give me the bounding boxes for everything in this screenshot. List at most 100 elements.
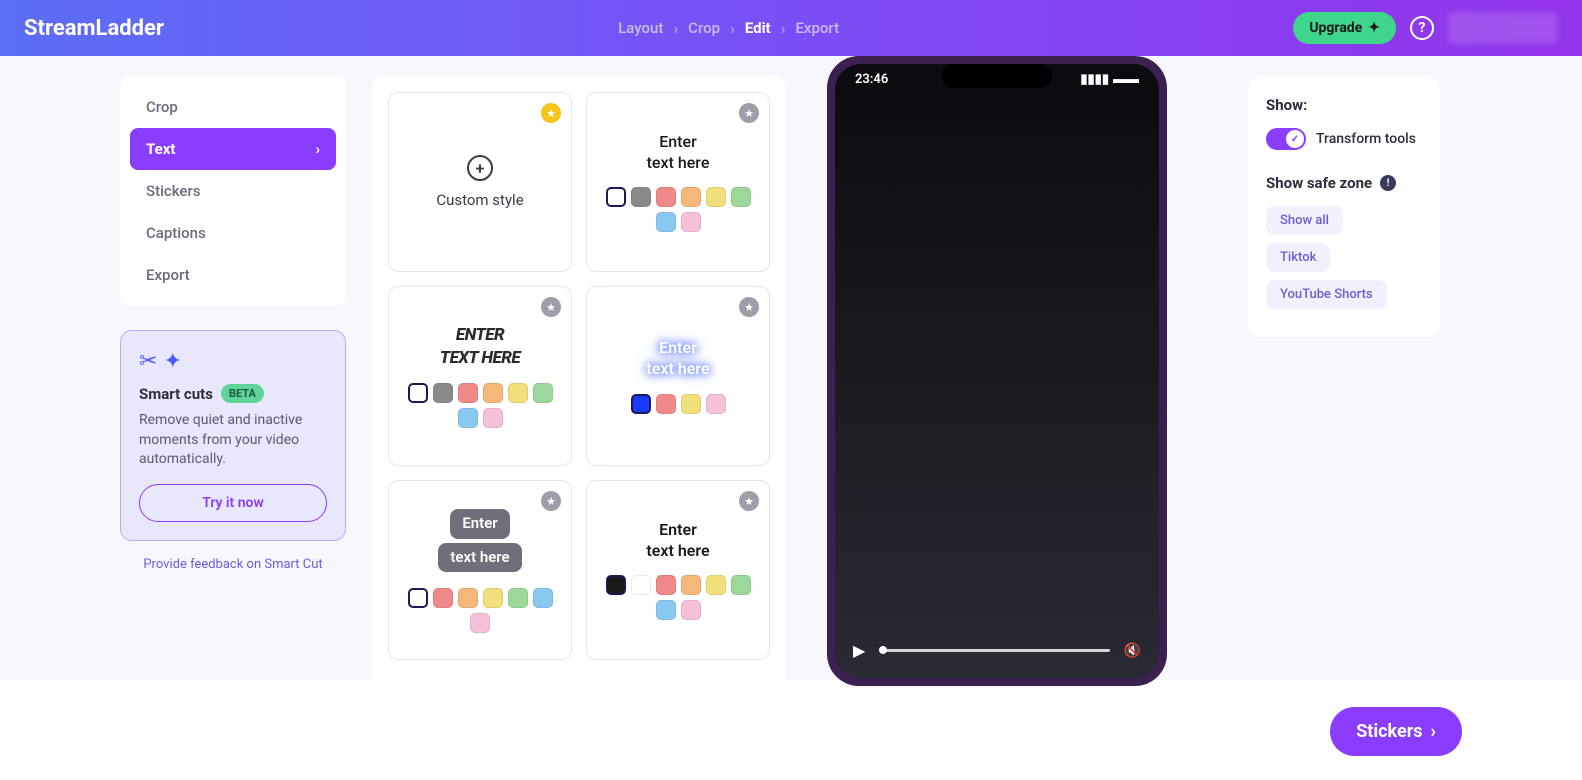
- sidebar-item-text[interactable]: Text ›: [130, 128, 336, 170]
- signal-icon: ▮▮▮▮: [1080, 72, 1109, 87]
- video-progress[interactable]: [879, 649, 1109, 652]
- color-swatch[interactable]: [606, 187, 626, 207]
- color-swatch[interactable]: [706, 575, 726, 595]
- color-swatch[interactable]: [681, 575, 701, 595]
- color-swatch[interactable]: [483, 383, 503, 403]
- video-canvas[interactable]: 23:46 ▮▮▮▮ ▬▬ ▶ 🔇: [835, 64, 1159, 678]
- color-swatch[interactable]: [681, 600, 701, 620]
- header-actions: Upgrade ✦ ?: [1293, 12, 1558, 44]
- safezone-youtube[interactable]: YouTube Shorts: [1266, 280, 1387, 309]
- color-swatch[interactable]: [483, 408, 503, 428]
- color-swatch[interactable]: [458, 383, 478, 403]
- color-swatch[interactable]: [408, 383, 428, 403]
- right-panel: Show: Transform tools Show safe zone ! S…: [1248, 76, 1440, 337]
- style-card-chip[interactable]: ★ Enter text here: [388, 480, 572, 660]
- star-icon: ★: [739, 491, 759, 511]
- color-swatch[interactable]: [706, 394, 726, 414]
- upgrade-button[interactable]: Upgrade ✦: [1293, 12, 1396, 44]
- breadcrumb-crop[interactable]: Crop: [688, 19, 720, 37]
- safezone-show-all[interactable]: Show all: [1266, 206, 1343, 235]
- breadcrumb-export[interactable]: Export: [795, 19, 839, 37]
- style-preview: Enter text here: [646, 338, 709, 380]
- phone-time: 23:46: [855, 72, 888, 87]
- chevron-right-icon: ›: [1431, 721, 1436, 742]
- phone-notch: [942, 64, 1052, 88]
- color-swatch[interactable]: [706, 187, 726, 207]
- style-card-plain[interactable]: ★ Enter text here: [586, 92, 770, 272]
- sidebar-item-captions[interactable]: Captions: [130, 212, 336, 254]
- color-swatch[interactable]: [656, 575, 676, 595]
- smartcuts-card: ✂ ✦ Smart cuts BETA Remove quiet and ina…: [120, 330, 346, 541]
- style-card-glow[interactable]: ★ Enter text here: [586, 286, 770, 466]
- style-preview: Enter text here: [647, 132, 710, 174]
- color-swatch[interactable]: [731, 187, 751, 207]
- scissors-icon: ✂: [139, 349, 157, 374]
- user-menu[interactable]: [1448, 12, 1558, 44]
- star-icon: ★: [541, 491, 561, 511]
- color-swatch[interactable]: [533, 588, 553, 608]
- try-it-button[interactable]: Try it now: [139, 484, 327, 522]
- sidebar-nav: Crop Text › Stickers Captions Export: [120, 76, 346, 306]
- text-styles-panel: ★ + Custom style ★ Enter text here ★ Ent…: [372, 76, 786, 760]
- sidebar-item-crop[interactable]: Crop: [130, 86, 336, 128]
- smartcuts-description: Remove quiet and inactive moments from y…: [139, 411, 327, 470]
- color-swatch[interactable]: [656, 187, 676, 207]
- style-card-bold[interactable]: ★ Enter text here: [586, 480, 770, 660]
- transform-toggle[interactable]: [1266, 128, 1306, 150]
- breadcrumb-edit[interactable]: Edit: [745, 19, 771, 37]
- color-swatch[interactable]: [433, 383, 453, 403]
- color-swatch[interactable]: [508, 588, 528, 608]
- style-card-custom[interactable]: ★ + Custom style: [388, 92, 572, 272]
- next-stickers-button[interactable]: Stickers ›: [1330, 707, 1462, 756]
- color-swatch[interactable]: [631, 394, 651, 414]
- safezone-title-row: Show safe zone !: [1266, 174, 1422, 192]
- color-swatch[interactable]: [656, 394, 676, 414]
- color-swatch[interactable]: [631, 575, 651, 595]
- color-swatch[interactable]: [656, 212, 676, 232]
- battery-icon: ▬▬: [1113, 71, 1139, 87]
- feedback-link[interactable]: Provide feedback on Smart Cut: [120, 557, 346, 572]
- color-swatch[interactable]: [508, 383, 528, 403]
- color-palette: [403, 588, 557, 633]
- styles-grid: ★ + Custom style ★ Enter text here ★ Ent…: [388, 92, 770, 660]
- smartcuts-title: Smart cuts: [139, 385, 213, 403]
- sidebar-item-export[interactable]: Export: [130, 254, 336, 296]
- color-swatch[interactable]: [483, 588, 503, 608]
- mute-icon[interactable]: 🔇: [1124, 643, 1141, 659]
- chevron-right-icon: ›: [315, 140, 320, 158]
- smartcuts-icons: ✂ ✦: [139, 349, 327, 374]
- color-swatch[interactable]: [533, 383, 553, 403]
- phone-frame: 23:46 ▮▮▮▮ ▬▬ ▶ 🔇: [827, 56, 1167, 686]
- breadcrumb-layout[interactable]: Layout: [618, 19, 663, 37]
- color-swatch[interactable]: [681, 394, 701, 414]
- color-swatch[interactable]: [681, 187, 701, 207]
- sidebar: Crop Text › Stickers Captions Export ✂ ✦…: [120, 76, 346, 760]
- sidebar-item-label: Text: [146, 140, 175, 158]
- color-swatch[interactable]: [408, 588, 428, 608]
- smartcuts-title-row: Smart cuts BETA: [139, 384, 327, 403]
- play-icon[interactable]: ▶: [853, 641, 865, 660]
- color-swatch[interactable]: [458, 588, 478, 608]
- safezone-title: Show safe zone: [1266, 174, 1372, 192]
- color-swatch[interactable]: [681, 212, 701, 232]
- safezone-tiktok[interactable]: Tiktok: [1266, 243, 1330, 272]
- sidebar-item-stickers[interactable]: Stickers: [130, 170, 336, 212]
- sparkle-icon: ✦: [1368, 20, 1380, 36]
- color-swatch[interactable]: [656, 600, 676, 620]
- star-icon: ★: [541, 297, 561, 317]
- color-swatch[interactable]: [458, 408, 478, 428]
- color-swatch[interactable]: [470, 613, 490, 633]
- next-button-label: Stickers: [1356, 721, 1422, 742]
- status-icons: ▮▮▮▮ ▬▬: [1080, 71, 1139, 87]
- custom-style-label: Custom style: [436, 191, 523, 209]
- info-icon[interactable]: !: [1380, 175, 1396, 191]
- style-card-italic[interactable]: ★ Enter text here: [388, 286, 572, 466]
- upgrade-label: Upgrade: [1309, 20, 1362, 36]
- help-icon[interactable]: ?: [1410, 16, 1434, 40]
- color-swatch[interactable]: [433, 588, 453, 608]
- star-icon: ★: [541, 103, 561, 123]
- chevron-right-icon: ›: [781, 19, 786, 38]
- color-swatch[interactable]: [606, 575, 626, 595]
- color-swatch[interactable]: [731, 575, 751, 595]
- color-swatch[interactable]: [631, 187, 651, 207]
